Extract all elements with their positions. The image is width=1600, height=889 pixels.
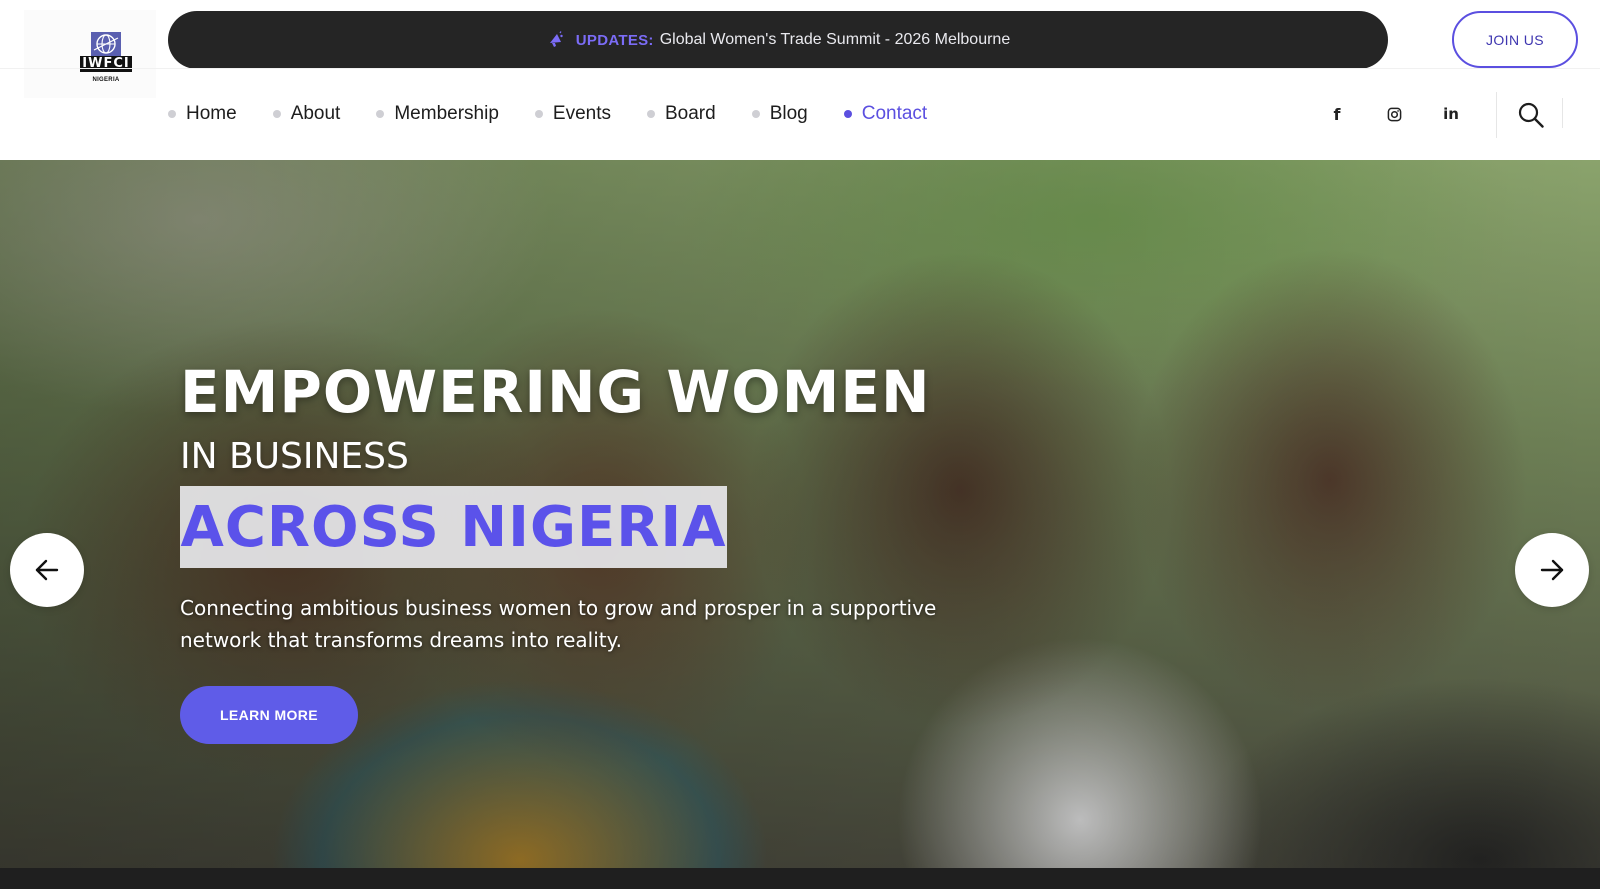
next-section-strip bbox=[0, 868, 1600, 889]
hero-highlight-text: ACROSS NIGERIA bbox=[180, 494, 727, 560]
arrow-right-icon bbox=[1540, 559, 1564, 581]
nav-bullet bbox=[751, 110, 760, 118]
hero-title: EMPOWERING WOMEN bbox=[180, 358, 931, 426]
nav-item-board[interactable]: Board bbox=[646, 103, 716, 125]
nav-item-label: Blog bbox=[769, 103, 808, 124]
hero-description: Connecting ambitious business women to g… bbox=[180, 596, 937, 652]
nav-item-contact[interactable]: Contact bbox=[843, 103, 928, 125]
nav-item-label: Membership bbox=[394, 103, 499, 124]
nav-item-membership[interactable]: Membership bbox=[376, 103, 499, 125]
linkedin-icon: in bbox=[1443, 105, 1459, 123]
nav-item-events[interactable]: Events bbox=[534, 103, 611, 125]
logo-wordmark: IWFCI bbox=[80, 56, 132, 72]
nav-bullet bbox=[534, 110, 543, 118]
header-vertical-divider bbox=[1562, 98, 1563, 128]
nav-item-label: Contact bbox=[861, 103, 928, 124]
header-divider bbox=[0, 68, 1600, 69]
updates-label: UPDATES: bbox=[575, 31, 654, 49]
hero-slider: EMPOWERING WOMEN IN BUSINESS ACROSS NIGE… bbox=[0, 160, 1600, 868]
globe-icon bbox=[91, 32, 121, 56]
nav-item-blog[interactable]: Blog bbox=[751, 103, 808, 125]
logo-country: NIGERIA bbox=[92, 77, 120, 83]
logo-container[interactable]: IWFCI NIGERIA bbox=[24, 10, 156, 98]
updates-bar[interactable]: UPDATES: Global Women's Trade Summit - 2… bbox=[168, 11, 1388, 69]
search-icon bbox=[1518, 102, 1544, 128]
nav-item-label: Home bbox=[186, 103, 237, 124]
nav-item-label: Board bbox=[664, 103, 716, 124]
hero-subtitle: IN BUSINESS bbox=[180, 436, 409, 477]
main-nav: Home About Membership Events Board Blog … bbox=[168, 96, 963, 132]
nav-bullet bbox=[843, 110, 852, 118]
arrow-left-icon bbox=[35, 559, 59, 581]
join-us-button[interactable]: JOIN US bbox=[1452, 11, 1578, 68]
facebook-icon: f bbox=[1333, 104, 1341, 124]
learn-more-button[interactable]: LEARN MORE bbox=[180, 686, 358, 744]
slider-prev-button[interactable] bbox=[10, 533, 84, 607]
updates-text[interactable]: Global Women's Trade Summit - 2026 Melbo… bbox=[660, 31, 1010, 49]
search-button[interactable] bbox=[1514, 98, 1548, 132]
facebook-link[interactable]: f bbox=[1323, 100, 1351, 128]
nav-item-label: Events bbox=[552, 103, 611, 124]
slider-next-button[interactable] bbox=[1515, 533, 1589, 607]
nav-item-home[interactable]: Home bbox=[168, 103, 237, 125]
nav-bullet bbox=[376, 110, 385, 118]
nav-bullet bbox=[272, 110, 281, 118]
nav-item-label: About bbox=[290, 103, 341, 124]
header-vertical-divider bbox=[1496, 92, 1497, 138]
hero-highlight-box: ACROSS NIGERIA bbox=[180, 486, 727, 568]
nav-bullet bbox=[646, 110, 655, 118]
site-header: IWFCI NIGERIA UPDATES: Global Women's Tr… bbox=[0, 0, 1600, 160]
instagram-link[interactable] bbox=[1380, 100, 1408, 128]
nav-bullet bbox=[168, 110, 176, 118]
megaphone-icon bbox=[546, 30, 566, 50]
instagram-icon bbox=[1387, 107, 1401, 121]
linkedin-link[interactable]: in bbox=[1437, 100, 1465, 128]
logo[interactable]: IWFCI NIGERIA bbox=[76, 28, 136, 96]
nav-item-about[interactable]: About bbox=[272, 103, 341, 125]
